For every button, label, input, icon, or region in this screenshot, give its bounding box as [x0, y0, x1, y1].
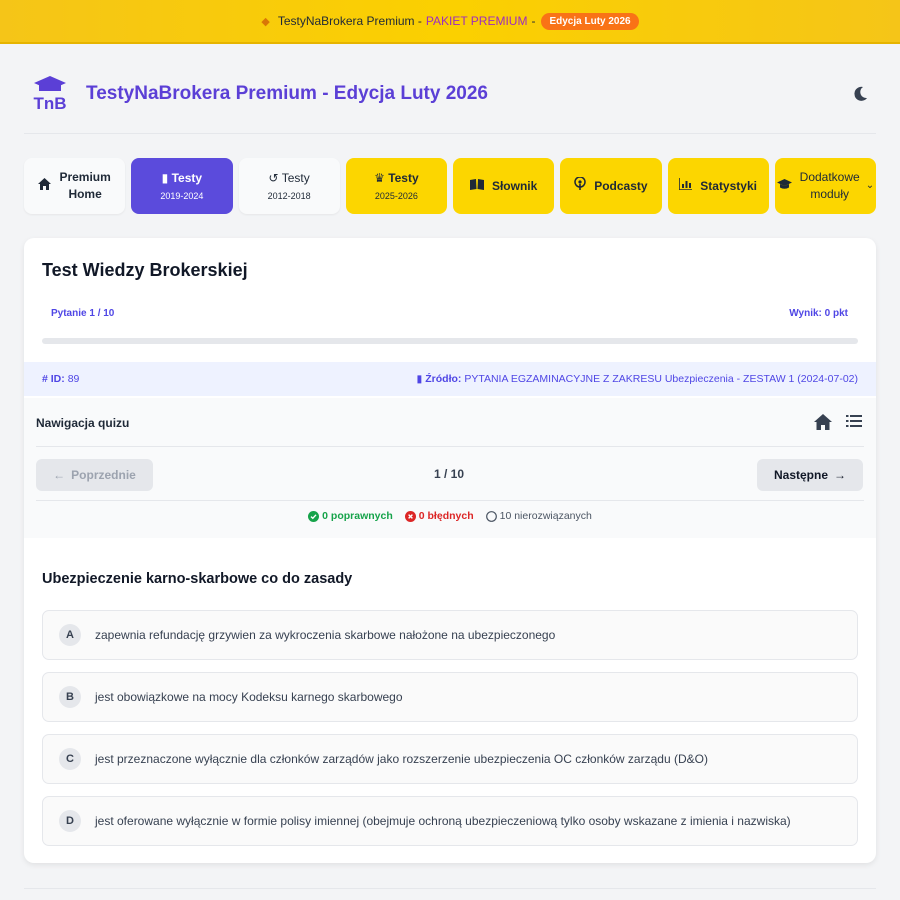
- list-icon[interactable]: [846, 414, 862, 428]
- gem-icon: ◆: [261, 15, 270, 28]
- answer-text: jest przeznaczone wyłącznie dla członków…: [95, 752, 708, 766]
- book-icon: ▮: [416, 373, 423, 385]
- answer-option-d[interactable]: D jest oferowane wyłącznie w formie poli…: [42, 796, 858, 846]
- quiz-nav-title: Nawigacja quizu: [36, 416, 130, 430]
- source-value: PYTANIA EGZAMINACYJNE Z ZAKRESU Ubezpiec…: [464, 373, 858, 385]
- answer-letter: C: [59, 748, 81, 770]
- chevron-down-icon: ⌄: [865, 180, 875, 191]
- correct-count: 0 poprawnych: [322, 510, 393, 522]
- answer-option-c[interactable]: C jest przeznaczone wyłącznie dla członk…: [42, 734, 858, 784]
- answer-option-a[interactable]: A zapewnia refundację grzywien za wykroc…: [42, 610, 858, 660]
- wrong-stat: 0 błędnych: [404, 510, 474, 522]
- promo-banner: ◆ TestyNaBrokera Premium - PAKIET PREMIU…: [0, 0, 900, 44]
- nav-tests-2019-2024[interactable]: ▮ Testy 2019-2024: [131, 158, 233, 214]
- nav-dictionary[interactable]: Słownik: [453, 158, 555, 214]
- wrong-count: 0 błędnych: [418, 510, 474, 522]
- main-nav: Premium Home ▮ Testy 2019-2024 ↺ Testy 2…: [24, 158, 876, 214]
- answer-letter: D: [59, 810, 81, 832]
- history-icon: ↺: [268, 170, 279, 185]
- divider: [36, 500, 864, 501]
- answer-option-b[interactable]: B jest obowiązkowe na mocy Kodeksu karne…: [42, 672, 858, 722]
- id-label: ID:: [50, 373, 65, 385]
- nav-more-modules[interactable]: Dodatkowe moduły ⌄: [774, 158, 876, 214]
- logo-text: TnB: [33, 94, 66, 113]
- nav-home-line1: Premium: [59, 170, 111, 185]
- chart-icon: [678, 177, 693, 195]
- arrow-right-icon: →: [834, 468, 847, 482]
- banner-plan: PAKIET PREMIUM: [425, 14, 528, 28]
- empty-circle-icon: [485, 510, 497, 522]
- nav-tests-2012-2018[interactable]: ↺ Testy 2012-2018: [238, 158, 340, 214]
- next-label: Następne: [773, 468, 829, 482]
- score: Wynik: 0 pkt: [789, 308, 848, 319]
- arrow-left-icon: ←: [53, 468, 66, 482]
- answer-letter: B: [59, 686, 81, 708]
- banner-name: TestyNaBrokera Premium: [277, 14, 415, 28]
- book-icon: ▮: [161, 170, 169, 185]
- answer-text: jest oferowane wyłącznie w formie polisy…: [95, 814, 791, 828]
- nav-more-line1: Dodatkowe: [799, 170, 860, 185]
- moon-icon[interactable]: [850, 84, 870, 104]
- graduation-cap-icon: [776, 178, 792, 195]
- nav-tests-2012-label: Testy: [281, 170, 310, 185]
- question-counter: Pytanie 1 / 10: [51, 308, 115, 319]
- nav-tests-2012-sub: 2012-2018: [267, 190, 311, 201]
- edition-badge: Edycja Luty 2026: [541, 12, 639, 30]
- id-value: 89: [67, 373, 80, 385]
- open-book-icon: [469, 178, 484, 195]
- nav-tests-2025-sub: 2025-2026: [374, 190, 418, 201]
- home-icon[interactable]: [814, 414, 832, 430]
- quiz-title: Test Wiedzy Brokerskiej: [42, 260, 248, 280]
- x-circle-icon: [404, 510, 416, 522]
- nav-home-line2: Home: [68, 187, 102, 201]
- quiz-navigation: Nawigacja quizu ← Poprzednie 1 / 10 Nast…: [24, 398, 876, 538]
- nav-more-line2: moduły: [810, 187, 850, 201]
- site-title: TestyNaBrokera Premium - Edycja Luty 202…: [86, 83, 488, 104]
- question-meta: # ID: 89 ▮ Źródło: PYTANIA EGZAMINACYJNE…: [24, 362, 876, 396]
- nav-premium-home[interactable]: Premium Home: [24, 158, 126, 214]
- previous-label: Poprzednie: [71, 468, 136, 482]
- nav-tests-2025-label: Testy: [388, 170, 419, 185]
- answer-text: jest obowiązkowe na mocy Kodeksu karnego…: [95, 690, 403, 704]
- answer-stats: 0 poprawnych 0 błędnych 10 nierozwiązany…: [24, 510, 876, 522]
- answer-list: A zapewnia refundację grzywien za wykroc…: [42, 610, 858, 858]
- progress-bar: [42, 338, 858, 344]
- header-divider: [24, 133, 876, 134]
- unanswered-stat: 10 nierozwiązanych: [485, 510, 592, 522]
- answer-letter: A: [59, 624, 81, 646]
- nav-tests-2019-sub: 2019-2024: [160, 190, 204, 201]
- nav-tests-2019-label: Testy: [171, 170, 203, 185]
- nav-statistics-label: Statystyki: [700, 178, 757, 193]
- pager: 1 / 10: [434, 467, 465, 481]
- home-icon: [38, 177, 52, 195]
- correct-stat: 0 poprawnych: [308, 510, 393, 522]
- divider: [36, 446, 864, 447]
- crown-icon: ♛: [374, 170, 385, 185]
- logo[interactable]: TnB: [32, 74, 68, 114]
- answer-text: zapewnia refundację grzywien za wykrocze…: [95, 628, 556, 642]
- nav-podcasts-label: Podcasty: [594, 178, 648, 193]
- nav-dictionary-label: Słownik: [491, 178, 538, 193]
- nav-statistics[interactable]: Statystyki: [667, 158, 769, 214]
- hash-icon: #: [42, 373, 48, 385]
- question-text: Ubezpieczenie karno-skarbowe co do zasad…: [42, 571, 353, 587]
- previous-button[interactable]: ← Poprzednie: [36, 459, 153, 491]
- site-header: TnB TestyNaBrokera Premium - Edycja Luty…: [24, 66, 876, 122]
- nav-podcasts[interactable]: Podcasty: [560, 158, 662, 214]
- check-circle-icon: [308, 510, 320, 522]
- quiz-card: Test Wiedzy Brokerskiej Pytanie 1 / 10 W…: [24, 238, 876, 863]
- next-button[interactable]: Następne →: [757, 459, 863, 491]
- unanswered-count: 10 nierozwiązanych: [499, 510, 592, 522]
- source-label: Źródło:: [425, 373, 462, 385]
- podcast-icon: [574, 176, 586, 195]
- footer-divider: [24, 888, 876, 889]
- nav-tests-2025-2026[interactable]: ♛ Testy 2025-2026: [345, 158, 447, 214]
